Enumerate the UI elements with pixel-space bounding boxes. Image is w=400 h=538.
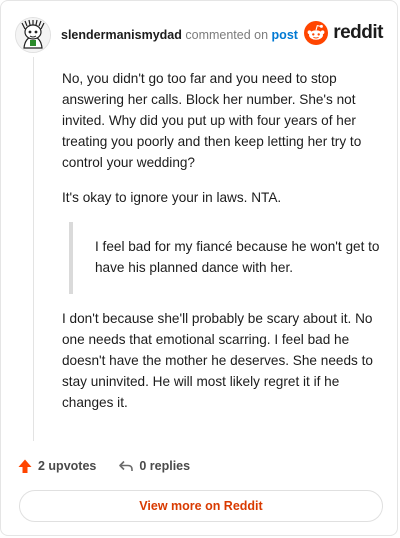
reddit-wordmark: reddit <box>333 22 383 43</box>
author-name[interactable]: slendermanismydad <box>61 28 182 42</box>
commented-on-text: commented on <box>185 28 269 42</box>
avatar[interactable] <box>15 17 51 53</box>
comment-card: slendermanismydad commented on post redd… <box>0 0 398 536</box>
comment-paragraph: It's okay to ignore your in laws. NTA. <box>62 190 282 205</box>
snoo-avatar-icon <box>16 18 50 52</box>
comment-meta: slendermanismydad commented on post <box>61 28 298 42</box>
comment-header: slendermanismydad commented on post redd… <box>15 15 383 55</box>
reply-button[interactable]: 0 replies <box>118 458 190 474</box>
reddit-brand[interactable]: reddit <box>304 21 383 45</box>
comment-paragraph: No, you didn't go too far and you need t… <box>62 71 362 170</box>
reddit-logo-icon <box>304 21 329 45</box>
thread-line[interactable] <box>33 57 34 441</box>
post-link[interactable]: post <box>272 28 298 42</box>
view-more-on-reddit-button[interactable]: View more on Reddit <box>19 490 383 522</box>
comment-actions: 2 upvotes 0 replies <box>17 457 212 475</box>
reply-arrow-icon <box>119 460 134 471</box>
comment-paragraph: I don't because she'll probably be scary… <box>62 311 373 410</box>
reply-count: 0 replies <box>139 459 191 473</box>
quote-text: I feel bad for my fiancé because he won'… <box>95 239 380 275</box>
upvote-arrow-icon <box>18 459 32 473</box>
comment-body: No, you didn't go too far and you need t… <box>62 68 384 427</box>
blockquote: I feel bad for my fiancé because he won'… <box>69 222 384 294</box>
upvote-count: 2 upvotes <box>38 459 97 473</box>
upvote-button[interactable]: 2 upvotes <box>17 458 96 474</box>
